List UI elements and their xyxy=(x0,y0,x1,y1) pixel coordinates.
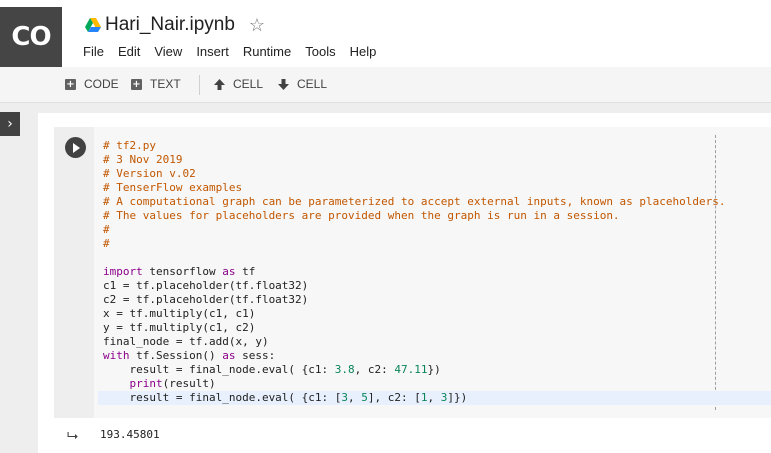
output-text: 193.45801 xyxy=(100,428,160,441)
app-header: CO Hari_Nair.ipynb ☆ File Edit View Inse… xyxy=(0,0,771,67)
cell-gutter xyxy=(54,127,94,418)
menu-edit[interactable]: Edit xyxy=(118,44,140,59)
add-text-label: TEXT xyxy=(150,77,181,91)
plus-icon: + xyxy=(65,78,76,90)
add-code-button[interactable]: + CODE xyxy=(65,77,119,91)
play-icon xyxy=(73,142,80,153)
code-line: final_node = tf.add(x, y) xyxy=(103,335,269,348)
code-line: # Version v.02 xyxy=(103,167,196,180)
code-line: x = tf.multiply(c1, c1) xyxy=(103,307,256,320)
code-line: # A computational graph can be parameter… xyxy=(103,195,726,208)
arrow-down-icon xyxy=(278,78,289,90)
menu-runtime[interactable]: Runtime xyxy=(243,44,291,59)
code-line: # tf2.py xyxy=(103,139,156,152)
code-line: with tf.Session() as sess: xyxy=(103,349,276,362)
toolbar-divider xyxy=(199,75,200,95)
code-line: # 3 Nov 2019 xyxy=(103,153,183,166)
menu-insert[interactable]: Insert xyxy=(196,44,229,59)
add-text-button[interactable]: + TEXT xyxy=(131,77,181,91)
menu-tools[interactable]: Tools xyxy=(305,44,335,59)
code-line: result = final_node.eval( {c1: [3, 5], c… xyxy=(98,391,771,405)
google-drive-icon xyxy=(85,18,101,32)
code-line: # The values for placeholders are provid… xyxy=(103,209,620,222)
code-line: # xyxy=(103,237,110,250)
code-cell[interactable]: # tf2.py # 3 Nov 2019 # Version v.02 # Tens… xyxy=(54,127,771,418)
code-line: # xyxy=(103,223,110,236)
menu-file[interactable]: File xyxy=(83,44,104,59)
notebook-title[interactable]: Hari_Nair.ipynb xyxy=(105,14,235,36)
cell-output: ⮡ 193.45801 xyxy=(54,418,771,453)
star-icon[interactable]: ☆ xyxy=(249,15,265,36)
code-line: import tensorflow as tf xyxy=(103,265,256,278)
chevron-right-icon[interactable]: › xyxy=(0,112,20,136)
code-editor[interactable]: # tf2.py # 3 Nov 2019 # Version v.02 # Tens… xyxy=(94,127,771,418)
code-line: c2 = tf.placeholder(tf.float32) xyxy=(103,293,309,306)
arrow-up-icon xyxy=(214,78,225,90)
toolbar: + CODE + TEXT CELL CELL xyxy=(0,67,771,103)
title-row: Hari_Nair.ipynb ☆ xyxy=(85,14,265,36)
move-cell-down-button[interactable]: CELL xyxy=(278,77,327,91)
move-up-label: CELL xyxy=(233,77,264,91)
code-lines: # tf2.py # 3 Nov 2019 # Version v.02 # Tens… xyxy=(98,139,771,405)
code-line: c1 = tf.placeholder(tf.float32) xyxy=(103,279,309,292)
add-code-label: CODE xyxy=(84,77,119,91)
code-line: ​ xyxy=(103,251,771,265)
menu-help[interactable]: Help xyxy=(350,44,377,59)
menu-bar: File Edit View Insert Runtime Tools Help xyxy=(83,44,390,59)
output-arrow-icon[interactable]: ⮡ xyxy=(67,428,78,444)
code-line: print(result) xyxy=(129,377,216,390)
colab-logo[interactable]: CO xyxy=(0,7,62,67)
run-cell-button[interactable] xyxy=(65,137,86,158)
move-cell-up-button[interactable]: CELL xyxy=(214,77,263,91)
code-line: y = tf.multiply(c1, c2) xyxy=(103,321,256,334)
move-down-label: CELL xyxy=(297,77,328,91)
menu-view[interactable]: View xyxy=(154,44,182,59)
code-line: # TenserFlow examples xyxy=(103,181,243,194)
plus-icon: + xyxy=(131,78,142,90)
code-line: result = final_node.eval( {c1: 3.8, c2: … xyxy=(103,363,441,376)
